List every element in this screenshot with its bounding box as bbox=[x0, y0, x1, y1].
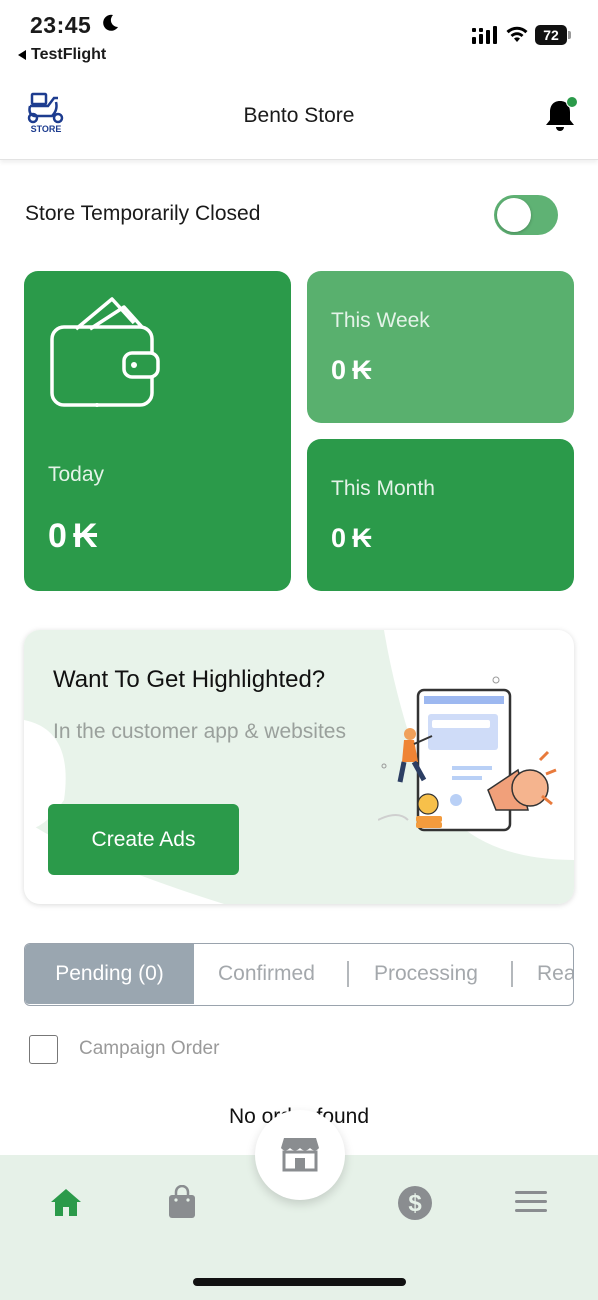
moon-icon bbox=[103, 14, 118, 31]
tab-ready[interactable]: Ready bbox=[537, 944, 573, 1004]
cellular-signal-icon bbox=[472, 26, 497, 44]
highlight-ads-banner: Want To Get Highlighted? In the customer… bbox=[24, 630, 574, 904]
store-closed-toggle[interactable] bbox=[494, 195, 558, 235]
create-ads-button[interactable]: Create Ads bbox=[48, 804, 239, 875]
notification-badge bbox=[566, 96, 578, 108]
store-closed-label: Store Temporarily Closed bbox=[25, 202, 261, 225]
month-label: This Month bbox=[331, 477, 435, 500]
back-arrow-icon bbox=[18, 50, 26, 60]
campaign-order-label: Campaign Order bbox=[79, 1038, 220, 1059]
tab-confirmed[interactable]: Confirmed bbox=[218, 944, 315, 1004]
tab-pending[interactable]: Pending (0) bbox=[25, 944, 194, 1004]
advertising-illustration-icon bbox=[378, 676, 557, 832]
earnings-month-card[interactable]: This Month 0 ₭ bbox=[307, 439, 574, 591]
status-time: 23:45 bbox=[30, 12, 92, 38]
battery-cap bbox=[568, 31, 571, 39]
today-label: Today bbox=[48, 463, 105, 486]
wallet-icon bbox=[50, 297, 160, 407]
back-to-app-link[interactable]: TestFlight bbox=[18, 46, 106, 64]
kip-currency-icon: ₭ bbox=[352, 355, 372, 385]
page-title: Bento Store bbox=[243, 104, 355, 127]
svg-text:$: $ bbox=[408, 1190, 422, 1217]
earnings-today-card[interactable]: Today 0 ₭ bbox=[24, 271, 291, 591]
toggle-knob bbox=[497, 198, 531, 232]
today-value: 0 ₭ bbox=[48, 517, 97, 556]
shopping-bag-icon[interactable] bbox=[166, 1185, 198, 1219]
campaign-order-checkbox[interactable] bbox=[29, 1035, 58, 1064]
status-bar: 23:45 TestFlight 72 bbox=[0, 0, 598, 72]
app-header: STORE Bento Store bbox=[0, 72, 598, 160]
tab-divider bbox=[347, 961, 349, 987]
week-amount: 0 bbox=[331, 355, 347, 385]
ads-title: Want To Get Highlighted? bbox=[53, 666, 326, 693]
today-amount: 0 bbox=[48, 517, 67, 555]
wifi-icon bbox=[506, 26, 528, 42]
kip-currency-icon: ₭ bbox=[72, 517, 98, 555]
ads-subtitle: In the customer app & websites bbox=[53, 720, 346, 743]
home-icon[interactable] bbox=[50, 1186, 82, 1218]
store-icon bbox=[281, 1138, 319, 1172]
month-value: 0 ₭ bbox=[331, 523, 372, 554]
month-amount: 0 bbox=[331, 523, 347, 553]
order-status-tabs: Pending (0) Confirmed Processing Ready bbox=[24, 943, 574, 1006]
battery-indicator: 72 bbox=[535, 25, 571, 45]
back-app-label: TestFlight bbox=[31, 46, 107, 63]
tab-processing[interactable]: Processing bbox=[374, 944, 478, 1004]
battery-level: 72 bbox=[535, 25, 567, 45]
home-indicator[interactable] bbox=[193, 1278, 406, 1286]
kip-currency-icon: ₭ bbox=[352, 523, 372, 553]
menu-icon[interactable] bbox=[514, 1188, 548, 1216]
dollar-circle-icon[interactable]: $ bbox=[397, 1185, 433, 1221]
week-value: 0 ₭ bbox=[331, 355, 372, 386]
earnings-week-card[interactable]: This Week 0 ₭ bbox=[307, 271, 574, 423]
tab-divider bbox=[511, 961, 513, 987]
store-center-button[interactable] bbox=[255, 1110, 345, 1200]
week-label: This Week bbox=[331, 309, 430, 332]
